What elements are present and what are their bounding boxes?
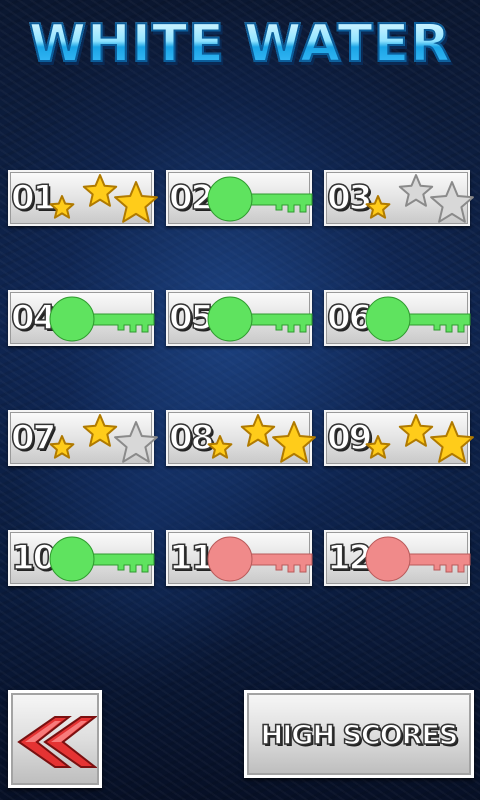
key-icon [207, 176, 313, 222]
level-status-icon [207, 176, 313, 222]
level-status-icon [49, 296, 155, 342]
level-tile-08[interactable]: 08 [166, 410, 316, 466]
key-icon [365, 536, 471, 582]
key-icon [49, 536, 155, 582]
star-empty-icon [398, 174, 434, 207]
star-filled-icon [272, 421, 316, 463]
star-filled-icon [398, 414, 434, 447]
level-tile-12[interactable]: 12 [324, 530, 471, 586]
star-filled-icon [240, 414, 276, 447]
star-filled-icon [207, 435, 233, 459]
star-empty-icon [114, 421, 158, 463]
star-filled-icon [365, 195, 391, 219]
level-tile-04[interactable]: 04 [8, 290, 155, 346]
level-status-icon [365, 536, 471, 582]
level-tile-10[interactable]: 10 [8, 530, 155, 586]
level-tile-01[interactable]: 01 [8, 170, 158, 226]
level-tile-07[interactable]: 07 [8, 410, 158, 466]
level-tile-02[interactable]: 02 [166, 170, 313, 226]
star-filled-icon [82, 414, 118, 447]
double-chevron-left-icon [17, 716, 97, 768]
level-grid: 01 02 03 04 05 06 07 08 09 10 11 12 [0, 0, 480, 800]
level-tile-03[interactable]: 03 [324, 170, 474, 226]
key-icon [207, 296, 313, 342]
level-tile-11[interactable]: 11 [166, 530, 313, 586]
high-scores-button[interactable]: HIGH SCORES [244, 690, 474, 778]
level-status-icon [365, 296, 471, 342]
key-icon [207, 536, 313, 582]
back-button[interactable] [8, 690, 102, 788]
level-status-icon [207, 536, 313, 582]
star-filled-icon [114, 181, 158, 223]
star-filled-icon [430, 421, 474, 463]
level-tile-06[interactable]: 06 [324, 290, 471, 346]
star-filled-icon [49, 435, 75, 459]
level-status-icon [207, 414, 316, 463]
key-icon [365, 296, 471, 342]
level-status-icon [365, 174, 474, 223]
level-tile-05[interactable]: 05 [166, 290, 313, 346]
level-status-icon [49, 536, 155, 582]
star-filled-icon [365, 435, 391, 459]
high-scores-label: HIGH SCORES [260, 719, 459, 752]
level-status-icon [365, 414, 474, 463]
level-status-icon [49, 414, 158, 463]
key-icon [49, 296, 155, 342]
star-empty-icon [430, 181, 474, 223]
level-tile-09[interactable]: 09 [324, 410, 474, 466]
star-filled-icon [82, 174, 118, 207]
star-filled-icon [49, 195, 75, 219]
level-status-icon [49, 174, 158, 223]
level-status-icon [207, 296, 313, 342]
